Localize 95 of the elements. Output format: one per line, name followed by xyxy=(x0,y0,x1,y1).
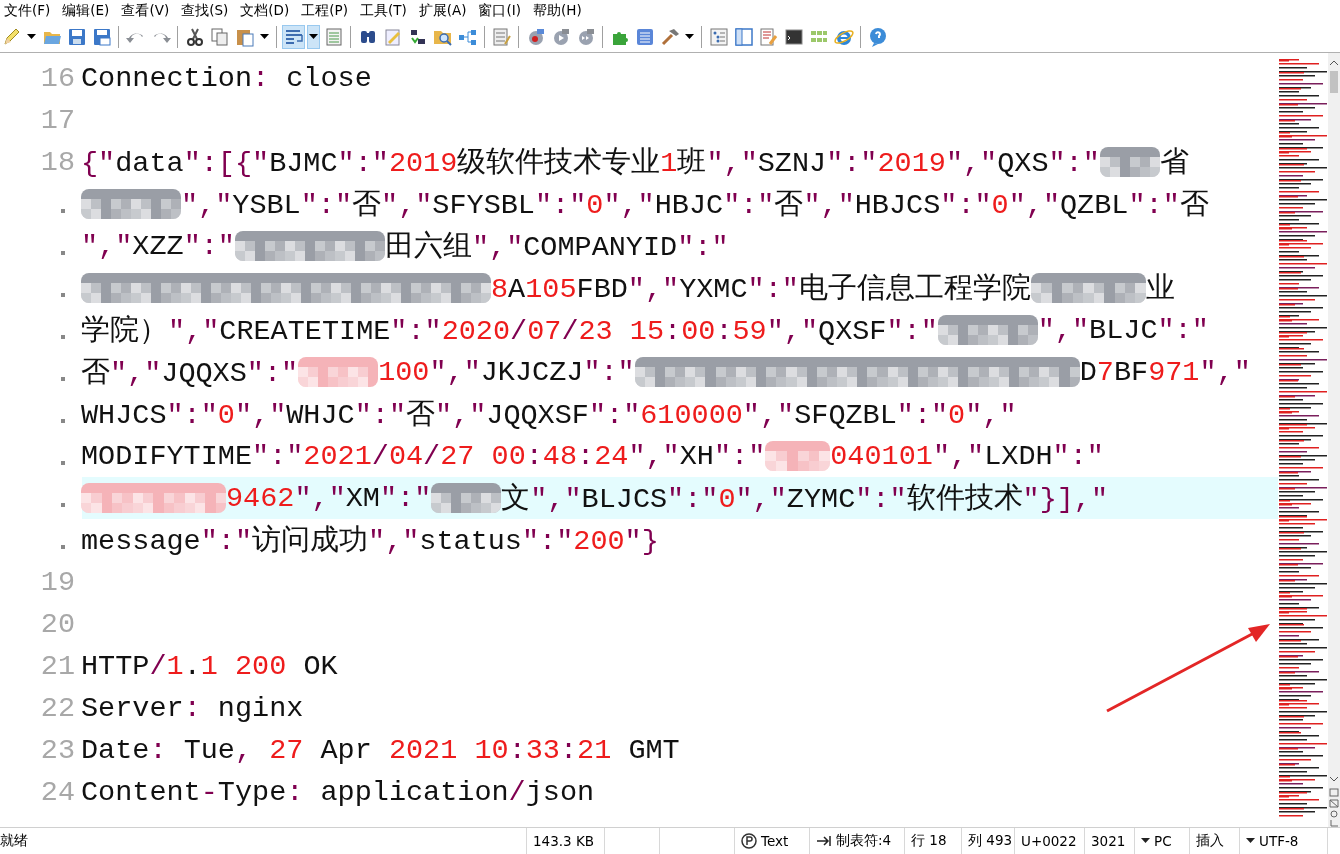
menu-item[interactable]: 文件(F) xyxy=(0,2,57,20)
status-text: 就绪 xyxy=(0,832,28,850)
p-circle-icon xyxy=(741,833,757,849)
code-text: ","BLJC":" xyxy=(1037,313,1209,347)
wrap-mark xyxy=(61,209,65,213)
scroll-thumb[interactable] xyxy=(1330,71,1338,93)
menu-item[interactable]: 编辑(E) xyxy=(58,2,116,20)
status-dropdown[interactable]: UTF-8 xyxy=(1246,833,1299,849)
line-number: 21 xyxy=(40,649,75,683)
line-number: 22 xyxy=(40,691,75,725)
new-icon xyxy=(1,27,22,47)
hammer-icon xyxy=(659,27,680,47)
status-dropdown[interactable]: PC xyxy=(1141,833,1172,849)
browser-icon xyxy=(833,27,854,47)
replace-icon xyxy=(382,27,403,47)
tab-arrow-icon xyxy=(816,836,832,846)
line-number: 18 xyxy=(40,145,75,179)
code-text: MODIFYTIME":"2021/04/27 00:48:24","XH":" xyxy=(81,439,766,473)
code-text: 8A105FBD","YXMC":"电子信息工程学院 xyxy=(491,272,1031,307)
code-text: HTTP/1.1 200 OK xyxy=(81,649,338,683)
status-text: 143.3 KB xyxy=(533,833,595,849)
mode-indicator[interactable]: Text xyxy=(741,833,789,849)
code-text: 040101","LXDH":" xyxy=(830,439,1104,473)
code-text: 否","JQQXS":" xyxy=(81,356,299,391)
wrap-mark xyxy=(61,545,65,549)
caret-icon xyxy=(260,34,269,40)
code-text: 省 xyxy=(1159,146,1189,181)
wrap-mark xyxy=(61,503,65,507)
split-icons-drawing[interactable] xyxy=(1329,787,1339,827)
code-text: 学院）","CREATETIME":"2020/07/23 15:00:59","QXSF":" xyxy=(81,314,938,349)
props-icon xyxy=(491,27,512,47)
tab-setting[interactable]: 制表符:4 xyxy=(816,832,892,850)
dropdown-caret[interactable] xyxy=(307,25,320,49)
scroll-up-icon[interactable] xyxy=(1329,59,1339,67)
tree-icon xyxy=(457,27,478,47)
wrap-mark xyxy=(61,293,65,297)
caret-icon xyxy=(1141,838,1150,844)
code-text: WHJCS":"0","WHJC":"否","JQQXSF":"610000","SFQZBL":"0"," xyxy=(81,398,1017,433)
menu-item[interactable]: 帮助(H) xyxy=(529,2,588,20)
code-text: 100","JKJCZJ":" xyxy=(378,355,635,389)
doc-icon xyxy=(758,27,779,47)
save-icon xyxy=(66,27,87,47)
menu-item[interactable]: 查找(S) xyxy=(177,2,235,20)
code-text: Server: nginx xyxy=(81,691,304,725)
code-text: Date: Tue, 27 Apr 2021 10:33:21 GMT xyxy=(81,733,680,767)
line-number: 19 xyxy=(40,565,75,599)
code-text: Connection: close xyxy=(81,61,372,95)
code-text: message":"访问成功","status":"200"} xyxy=(81,523,659,559)
terminal-icon xyxy=(783,27,804,47)
sidebar-icon xyxy=(733,27,754,47)
status-text: 3021 xyxy=(1091,833,1126,849)
wrap-mark xyxy=(61,419,65,423)
cut-icon xyxy=(184,27,205,47)
code-text: D7BF971"," xyxy=(1079,355,1251,389)
code-text: 9462","XM":" xyxy=(226,481,432,515)
caret-icon xyxy=(685,34,694,40)
status-text: 列 493 xyxy=(968,832,1013,850)
list-icon xyxy=(323,27,344,47)
line-number: 20 xyxy=(40,607,75,641)
window-icon xyxy=(634,27,655,47)
code-text: ","YSBL":"否","SFYSBL":"0","HBJC":"否","HBJCS":"0","QZBL":"否 xyxy=(181,188,1209,223)
scrollbar[interactable] xyxy=(1328,53,1340,827)
code-text: 文","BLJCS":"0","ZYMC":"软件技术"}]," xyxy=(501,482,1109,517)
caret-icon xyxy=(1246,838,1255,844)
save-all-icon xyxy=(91,27,112,47)
status-text: 行 18 xyxy=(911,832,947,850)
status-text: U+0022 xyxy=(1021,833,1077,849)
wrap-mark xyxy=(61,461,65,465)
wrap-mark xyxy=(61,377,65,381)
wrap-mark xyxy=(61,335,65,339)
code-text: 业 xyxy=(1145,272,1175,307)
line-number: 24 xyxy=(40,775,75,809)
status-text: 插入 xyxy=(1196,832,1224,850)
caret-icon xyxy=(27,34,36,40)
line-number: 16 xyxy=(40,61,75,95)
menu-item[interactable]: 工具(T) xyxy=(355,2,413,20)
menu-item[interactable]: 工程(P) xyxy=(297,2,354,20)
scroll-down-icon[interactable] xyxy=(1329,775,1339,783)
wrap-icon xyxy=(283,27,304,47)
help-icon xyxy=(867,27,888,47)
code-text: ","XZZ":" xyxy=(81,229,235,263)
line-number: 23 xyxy=(40,733,75,767)
wrap-mark xyxy=(61,251,65,255)
code-text: Content-Type: application/json xyxy=(81,775,595,809)
outline-icon xyxy=(708,27,729,47)
menu-item[interactable]: 查看(V) xyxy=(117,2,176,20)
menu-item[interactable]: 窗口(I) xyxy=(474,2,527,20)
copy-icon xyxy=(209,27,230,47)
paste-icon xyxy=(234,27,255,47)
menu-item[interactable]: 文档(D) xyxy=(236,2,296,20)
code-text: {"data":[{"BJMC":"2019级软件技术专业1班","SZNJ":"2019","QXS":" xyxy=(81,146,1100,181)
menu-item[interactable]: 扩展(A) xyxy=(414,2,473,20)
line-number: 17 xyxy=(40,103,75,137)
caret-icon xyxy=(309,34,318,40)
code-text: 田六组","COMPANYID":" xyxy=(384,229,729,265)
